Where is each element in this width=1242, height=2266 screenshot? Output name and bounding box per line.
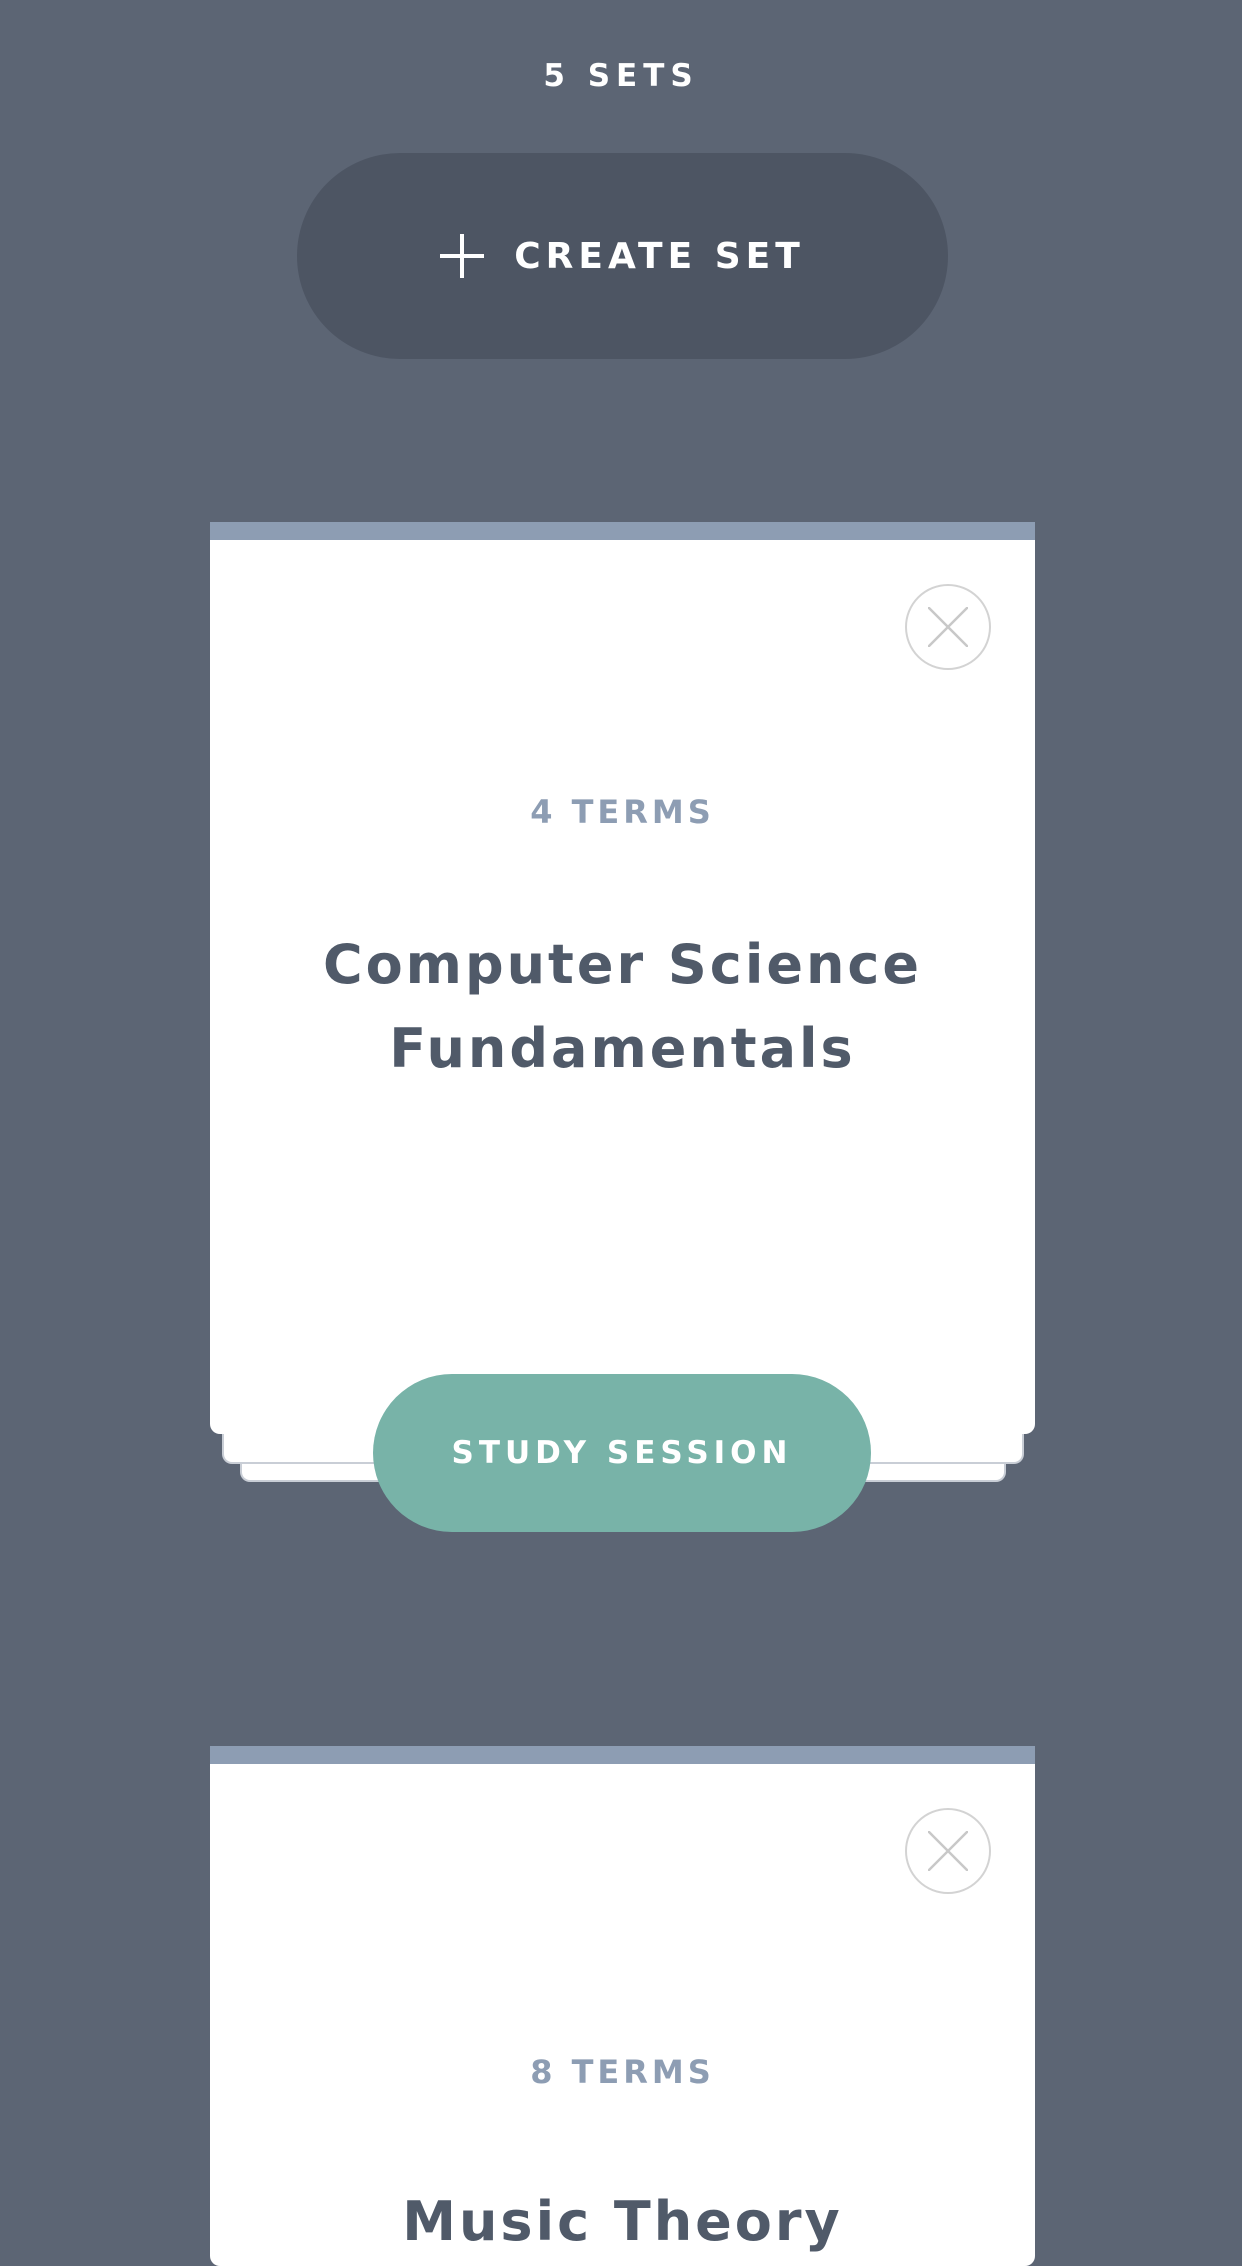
set-card-deck: 4 TERMS Computer Science Fundamentals ST… — [210, 522, 1035, 1532]
sets-count: 5 SETS — [543, 58, 699, 94]
term-count: 4 TERMS — [530, 793, 715, 831]
set-card[interactable]: 4 TERMS Computer Science Fundamentals — [210, 522, 1035, 1434]
create-set-button[interactable]: CREATE SET — [297, 153, 948, 359]
set-card[interactable]: 8 TERMS Music Theory — [210, 1746, 1035, 2266]
study-session-button[interactable]: STUDY SESSION — [373, 1374, 871, 1532]
set-card-deck: 8 TERMS Music Theory — [210, 1746, 1035, 2266]
close-icon — [928, 1831, 968, 1871]
delete-set-button[interactable] — [905, 584, 991, 670]
set-title: Computer Science Fundamentals — [322, 933, 923, 1080]
term-count: 8 TERMS — [530, 2053, 715, 2091]
create-set-label: CREATE SET — [514, 235, 805, 277]
set-title: Music Theory — [402, 2190, 843, 2253]
plus-icon — [440, 234, 485, 278]
delete-set-button[interactable] — [905, 1808, 991, 1894]
close-icon — [928, 607, 968, 647]
